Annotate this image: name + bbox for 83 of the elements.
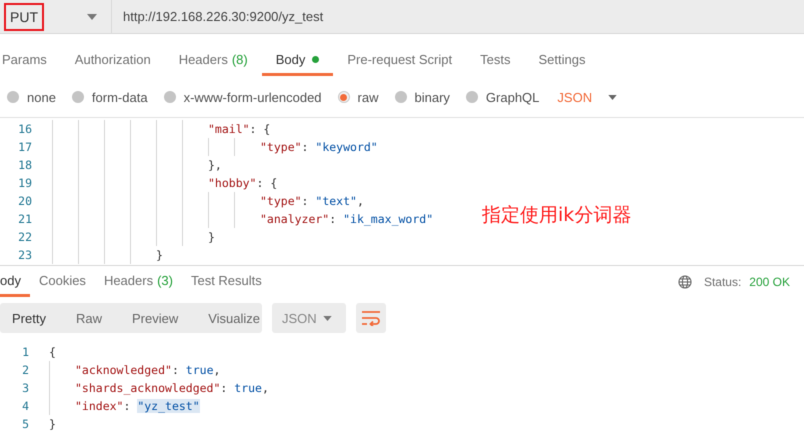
response-tab[interactable]: Cookies [30, 267, 95, 297]
radio-button[interactable] [466, 91, 478, 103]
code-token: } [49, 417, 56, 431]
response-tab[interactable]: ody [0, 267, 30, 297]
line-number: 2 [21, 363, 29, 377]
line-number: 20 [17, 194, 32, 208]
code-token: "index" [74, 399, 124, 413]
code-token: "text" [315, 194, 357, 208]
code-token: : [172, 363, 180, 377]
code-token: : [329, 212, 338, 226]
code-token: "keyword" [315, 140, 378, 154]
code-token: }, [207, 158, 222, 172]
radio-label[interactable]: none [27, 90, 56, 104]
request-tab[interactable]: Authorization [60, 46, 165, 76]
radio-label[interactable]: binary [414, 90, 450, 104]
line-number: 18 [17, 158, 32, 172]
code-token: "analyzer" [259, 212, 330, 226]
code-token: "hobby" [207, 176, 256, 190]
radio-button[interactable] [7, 91, 19, 103]
annotation-text: 指定使用ik分词器 [482, 203, 632, 228]
code-token: : [302, 140, 310, 154]
code-token: : [123, 399, 132, 413]
code-token: { [49, 345, 56, 359]
code-token: "type" [259, 140, 302, 154]
code-token: } [207, 230, 215, 244]
line-number: 4 [21, 399, 29, 413]
code-token: , [356, 194, 364, 208]
code-token: , [262, 381, 269, 395]
caret-icon[interactable] [323, 316, 332, 320]
view-mode-tab[interactable]: Pretty [12, 310, 46, 326]
wrap-lines-button[interactable] [356, 303, 386, 333]
code-token: : { [250, 122, 270, 136]
url-field[interactable]: http://192.168.226.30:9200/yz_test [123, 9, 324, 24]
request-tab[interactable]: Params [0, 46, 61, 76]
code-token: "ik_max_word" [343, 212, 434, 226]
code-token: "type" [259, 194, 302, 208]
line-number: 5 [21, 417, 29, 431]
code-token: "acknowledged" [74, 363, 172, 377]
code-token: true [186, 363, 214, 377]
method-label[interactable]: PUT [4, 2, 44, 30]
line-number: 3 [21, 381, 29, 395]
request-tab[interactable]: Pre-request Script [333, 46, 466, 76]
request-tab[interactable]: Body [262, 46, 334, 76]
response-tab[interactable]: Headers (3) [94, 267, 182, 297]
status-value: 200 OK [749, 275, 790, 289]
request-tab[interactable]: Headers (8) [164, 46, 262, 76]
request-tab[interactable]: Tests [466, 46, 524, 76]
code-token: } [155, 248, 163, 262]
line-number: 19 [17, 176, 32, 190]
view-mode-tab[interactable]: Visualize [208, 310, 260, 326]
radio-label[interactable]: raw [358, 90, 378, 104]
response-tab[interactable]: Test Results [182, 267, 271, 297]
caret-icon[interactable] [87, 14, 97, 20]
status-label: Status: [704, 275, 742, 289]
view-mode-tab[interactable]: Raw [76, 310, 102, 326]
globe-icon[interactable] [678, 275, 692, 289]
radio-label[interactable]: GraphQL [486, 90, 540, 104]
code-token: , [214, 363, 220, 377]
code-token: : [220, 381, 228, 395]
code-token: : [302, 194, 310, 208]
format-dropdown[interactable]: JSON [272, 303, 346, 333]
line-number: 1 [21, 345, 29, 359]
code-token: "yz_test" [137, 399, 200, 413]
code-token: : { [256, 176, 278, 190]
line-number: 21 [17, 212, 32, 226]
caret-icon[interactable] [608, 94, 618, 100]
radio-label[interactable]: x-www-form-urlencoded [184, 90, 322, 104]
radio-label[interactable]: form-data [92, 90, 148, 104]
wrap-lines-icon [361, 310, 381, 326]
request-tab[interactable]: Settings [524, 46, 600, 76]
code-token: "shards_acknowledged" [74, 381, 220, 395]
line-number: 16 [17, 122, 32, 136]
code-token: true [234, 381, 262, 395]
view-mode-tab[interactable]: Preview [132, 310, 178, 326]
radio-button[interactable] [72, 91, 84, 103]
radio-button[interactable] [338, 91, 350, 103]
code-token: "mail" [207, 122, 250, 136]
line-number: 17 [17, 140, 32, 154]
line-number: 23 [17, 248, 32, 262]
line-number: 22 [17, 230, 32, 244]
radio-button[interactable] [164, 91, 176, 103]
format-dropdown[interactable]: JSON [557, 90, 592, 104]
radio-button[interactable] [394, 91, 406, 103]
